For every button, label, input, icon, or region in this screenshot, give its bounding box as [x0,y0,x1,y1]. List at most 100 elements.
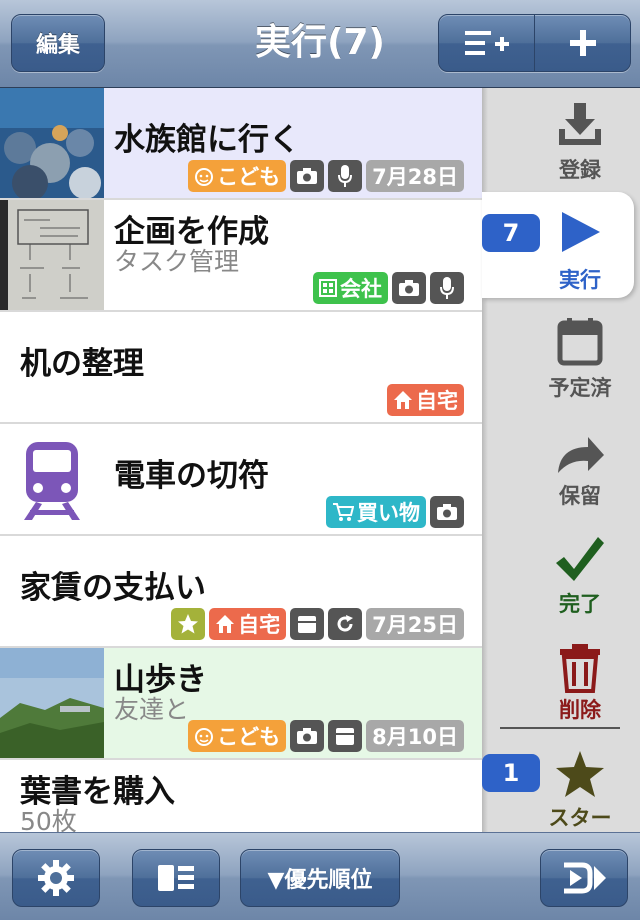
tag-kids: こども [188,160,287,192]
sidebar-item-starred[interactable]: スター [482,744,640,832]
task-row[interactable]: 山歩き 友達と こども 8月10日 [0,648,482,760]
tag-label: 自宅 [238,613,281,637]
task-subtitle: タスク管理 [114,247,240,276]
house-icon [216,615,235,633]
tag-home: 自宅 [387,384,464,416]
train-icon [0,424,104,534]
nav-action-group [438,14,631,72]
play-icon [562,212,600,252]
tag-home: 自宅 [209,608,287,640]
camera-icon [437,504,457,520]
tag-label: 自宅 [416,389,458,413]
task-title: 家賃の支払い [20,570,206,606]
download-icon [559,103,601,145]
camera-icon [399,280,419,296]
task-row[interactable]: 家賃の支払い 自宅 7月25日 [0,536,482,648]
kids-icon [195,168,214,186]
task-list[interactable]: 水族館に行く こども 7月28日 企画を作成 タスク管理 会社 机の整理 自宅 … [0,88,482,832]
kids-icon [195,728,214,746]
sidebar-item-label: 予定済 [548,376,612,400]
task-tags: 自宅 7月25日 [171,608,464,640]
mountain-photo [0,648,104,758]
task-subtitle: 友達と [114,695,190,724]
star-icon [556,751,604,797]
sidebar-item-inbox[interactable]: 登録 [482,88,640,200]
tag-label: こども [217,165,281,189]
mic-tag [328,160,363,192]
sidebar-item-label: 保留 [559,484,601,508]
tag-label: こども [217,725,281,749]
sidebar-item-label: スター [548,806,612,830]
task-title: 机の整理 [20,346,144,382]
sidebar-item-active[interactable]: 実行 [482,192,640,304]
view-toggle-button[interactable] [132,849,220,907]
add-task-button[interactable] [534,15,630,71]
tag-kids: こども [188,720,287,752]
sidebar-item-scheduled[interactable]: 予定済 [482,312,640,424]
sidebar-divider [500,727,620,729]
sketch-photo [0,200,104,310]
cart-icon [333,503,354,521]
task-row[interactable]: 企画を作成 タスク管理 会社 [0,200,482,312]
task-row[interactable]: 葉書を購入 50枚 [0,760,482,832]
trash-icon [560,644,600,693]
task-tags: 買い物 [326,496,464,528]
navigation-bar: 編集 実行(7) [0,0,640,88]
edit-button[interactable]: 編集 [11,14,105,72]
gear-icon [38,860,74,896]
building-icon [319,279,337,297]
mic-tag [430,272,464,304]
camera-icon [297,168,318,184]
sidebar-item-label: 削除 [559,698,601,722]
sidebar-item-done[interactable]: 完了 [482,530,640,642]
repeat-tag [328,608,363,640]
aquarium-photo [0,88,104,198]
task-title: 水族館に行く [114,122,300,158]
task-row[interactable]: 机の整理 自宅 [0,312,482,424]
sidebar-item-trash[interactable]: 削除 [482,636,640,748]
sidebar-item-onhold[interactable]: 保留 [482,424,640,536]
camera-tag [290,160,325,192]
camera-icon [297,728,318,744]
checkmark-icon [556,537,604,581]
calendar-tag [328,720,363,752]
camera-tag [290,720,325,752]
task-row[interactable]: 水族館に行く こども 7月28日 [0,88,482,200]
sidebar-item-label: 登録 [559,158,601,182]
repeat-icon [337,615,354,632]
export-arrow-icon [564,862,606,894]
due-date-tag: 7月28日 [366,160,464,192]
sort-order-button[interactable]: ▼優先順位 [240,849,400,907]
task-subtitle: 50枚 [20,807,77,832]
layout-icon [158,865,194,891]
camera-tag [430,496,464,528]
settings-button[interactable] [12,849,100,907]
calendar-icon [298,616,317,633]
tag-label: 会社 [340,277,382,301]
add-list-button[interactable] [439,15,534,71]
page-title: 実行(7) [255,22,385,63]
tag-label: 買い物 [357,501,420,525]
camera-tag [392,272,426,304]
list-add-icon [464,31,509,55]
sidebar-item-label: 完了 [559,592,601,616]
task-title: 電車の切符 [114,458,269,494]
task-tags: こども 8月10日 [188,720,464,752]
plus-icon [569,30,596,56]
star-tag [171,608,206,640]
sidebar-item-label: 実行 [559,268,601,292]
microphone-icon [338,165,353,187]
tag-company: 会社 [313,272,388,304]
export-button[interactable] [540,849,628,907]
redo-arrow-icon [558,437,604,473]
star-icon [178,614,199,634]
task-tags: こども 7月28日 [188,160,464,192]
calendar-tag [290,608,325,640]
task-tags: 自宅 [387,384,464,416]
calendar-icon [336,728,355,745]
microphone-icon [440,277,454,299]
house-icon [394,391,412,409]
due-date-tag: 8月10日 [366,720,464,752]
due-date-tag: 7月25日 [366,608,464,640]
task-row[interactable]: 電車の切符 買い物 [0,424,482,536]
